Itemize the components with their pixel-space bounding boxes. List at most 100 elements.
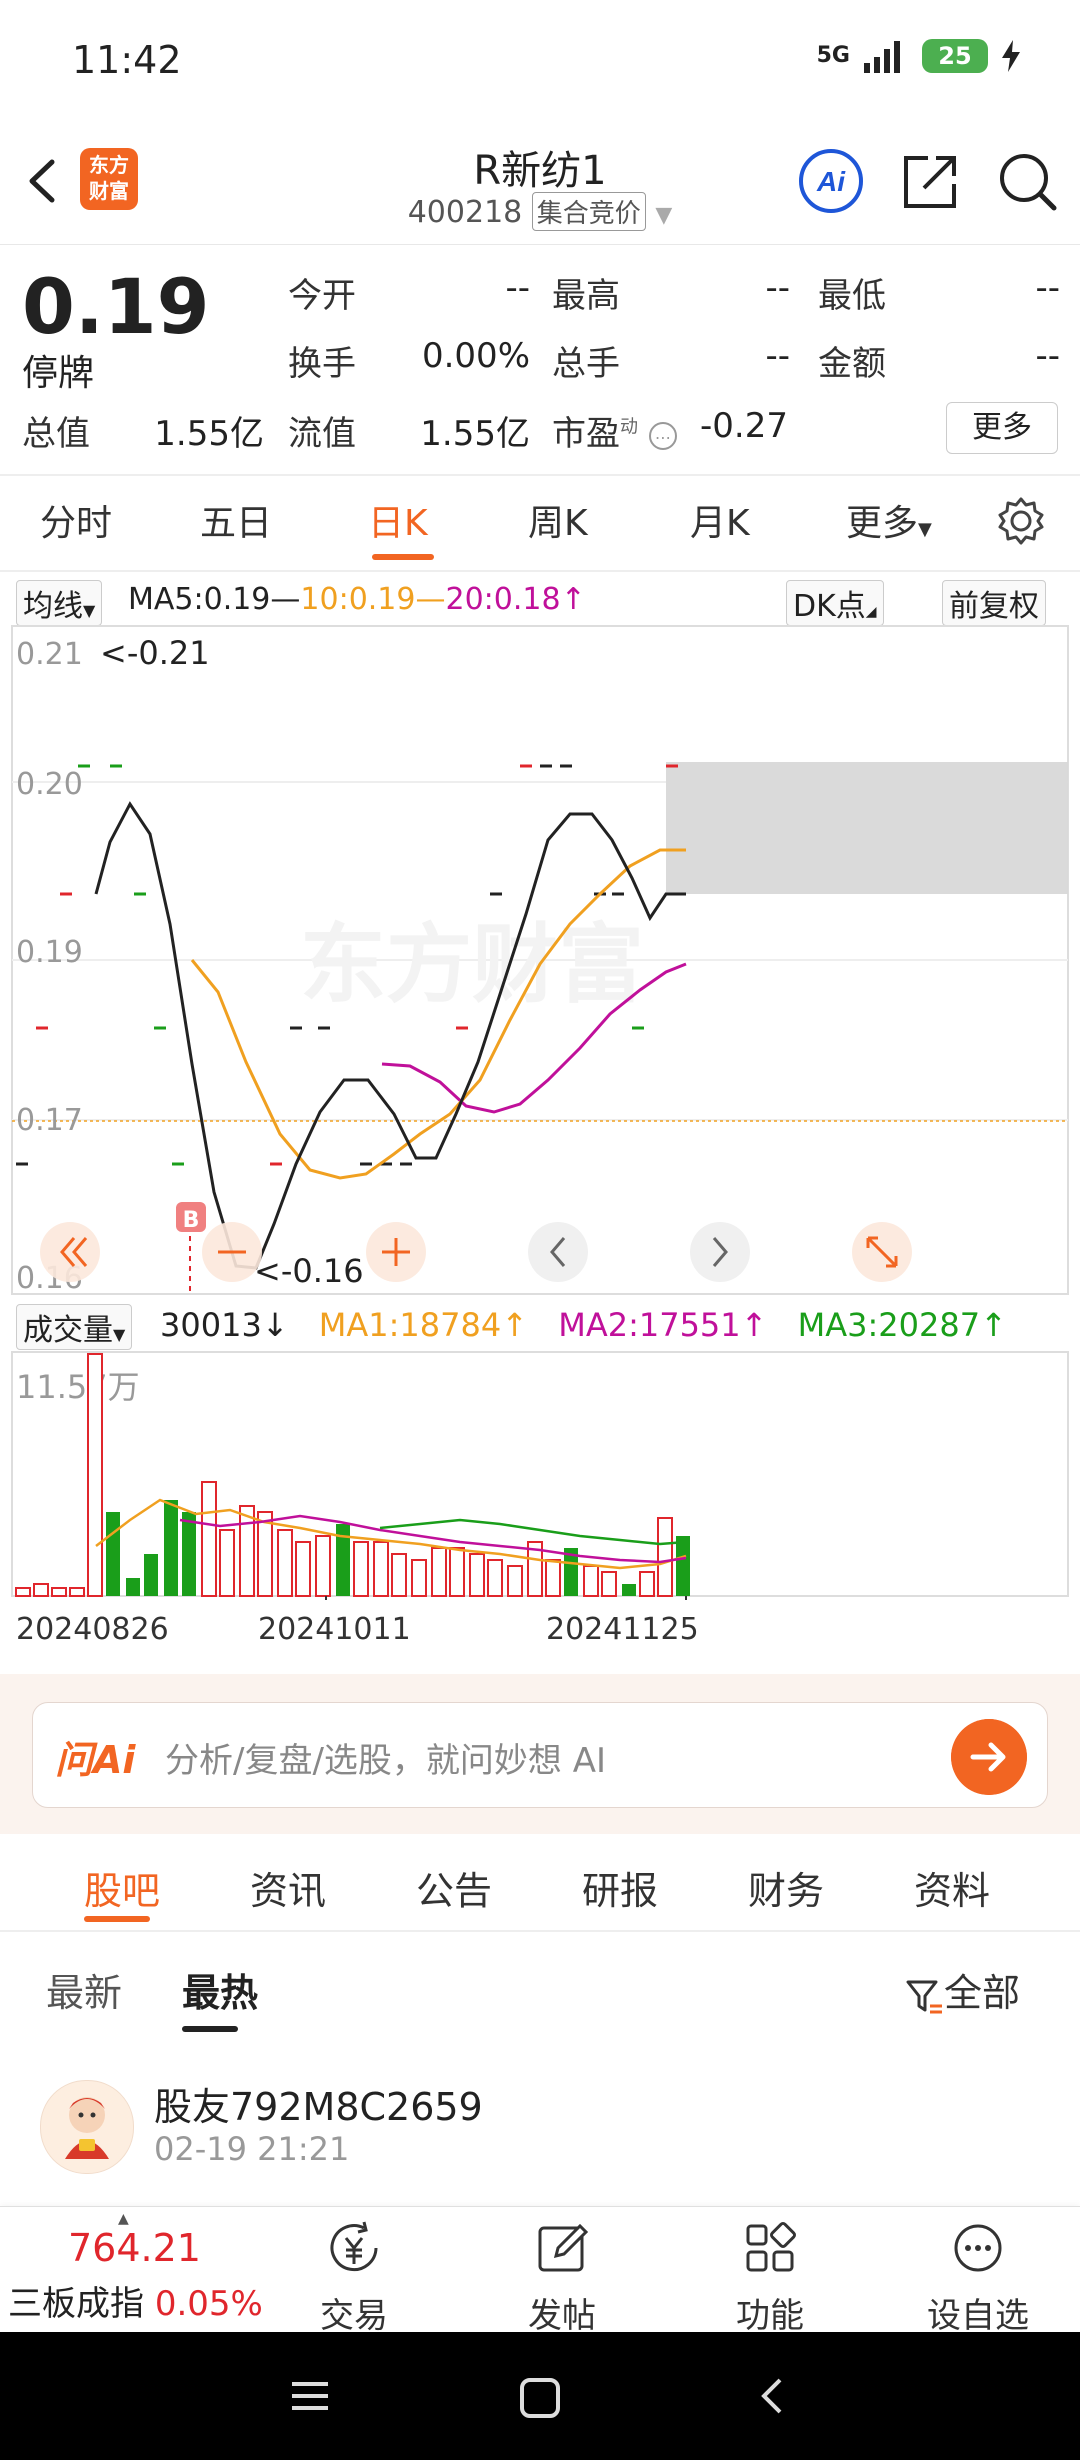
tab-daily-k[interactable]: 日K <box>368 494 428 546</box>
status-bar: 11:42 5G 25 <box>0 0 1080 120</box>
trade-label: 交易 <box>320 2296 388 2336</box>
tab-finance[interactable]: 财务 <box>748 1860 824 1915</box>
filter-all-button[interactable]: 全部 <box>904 1962 1020 2017</box>
mascot-avatar-icon <box>65 2097 109 2159</box>
scroll-right-icon[interactable] <box>690 1222 750 1282</box>
volume-chart[interactable]: 11.57万 <box>0 1350 1080 1600</box>
tab-news[interactable]: 资讯 <box>250 1860 326 1915</box>
tab-guba[interactable]: 股吧 <box>84 1860 160 1915</box>
arrow-up-icon: ↑ <box>501 1306 529 1344</box>
quote-label: 换手 <box>288 344 356 384</box>
dk-point-toggle[interactable]: DK点◢ <box>786 580 884 626</box>
functions-button[interactable]: 功能 <box>710 2218 830 2337</box>
add-watchlist-label: 设自选 <box>927 2296 1029 2336</box>
volume-legend-row: 成交量▼ 30013↓ MA1:18784↑ MA2:17551↑ MA3:20… <box>0 1300 1080 1350</box>
arrow-right-icon[interactable] <box>951 1719 1027 1795</box>
index-change: 0.05% <box>154 2284 263 2324</box>
fast-back-icon[interactable] <box>40 1222 100 1282</box>
more-quote-button[interactable]: 更多 <box>946 402 1058 454</box>
index-name: 三板成指 <box>8 2284 144 2324</box>
signal-icon <box>864 41 900 73</box>
status-icons: 5G 25 <box>817 36 1020 76</box>
info-icon[interactable]: … <box>648 421 677 450</box>
quote-label: 市盈动 … <box>552 406 677 455</box>
fullscreen-icon[interactable] <box>852 1222 912 1282</box>
trading-status: 停牌 <box>22 353 95 394</box>
post-button[interactable]: 发帖 <box>502 2218 622 2337</box>
sort-hottest[interactable]: 最热 <box>182 1962 258 2017</box>
volume-bar <box>295 1541 311 1597</box>
app-logo[interactable]: 东方 财富 <box>80 148 138 210</box>
kline-chart[interactable]: 东方财富 0.21 0.20 0.19 0.17 0.16 <-0.21 <-0… <box>0 624 1080 1296</box>
quote-value: 0.00% <box>421 336 530 376</box>
volume-bar <box>657 1517 673 1597</box>
volume-indicator-select[interactable]: 成交量▼ <box>16 1304 133 1350</box>
volume-bar <box>545 1559 561 1597</box>
tab-more-periods[interactable]: 更多▼ <box>846 494 932 546</box>
quote-label: 总手 <box>552 344 620 384</box>
index-ticker[interactable]: 三板成指 0.05% <box>8 2276 263 2325</box>
volume-bar <box>676 1536 690 1596</box>
search-icon[interactable] <box>994 148 1060 214</box>
volume-bar <box>469 1553 485 1597</box>
quote-label: 流值 <box>288 414 356 454</box>
tab-five-day[interactable]: 五日 <box>200 494 272 546</box>
avatar[interactable] <box>40 2080 134 2174</box>
indicator-select[interactable]: 均线▼ <box>16 580 103 626</box>
back-icon[interactable] <box>18 156 68 206</box>
date-label: 20240826 <box>16 1612 169 1647</box>
active-sort-indicator <box>182 2026 238 2032</box>
sort-latest[interactable]: 最新 <box>46 1962 122 2017</box>
ask-ai-input[interactable]: 问Ai 分析/复盘/选股，就问妙想 AI <box>32 1702 1048 1808</box>
scroll-left-icon[interactable] <box>528 1222 588 1282</box>
quote-label: 金额 <box>818 344 886 384</box>
volume-max-label: 11.57万 <box>16 1368 140 1406</box>
volume-bar <box>315 1535 331 1597</box>
volume-bar <box>277 1529 293 1597</box>
add-watchlist-button[interactable]: 设自选 <box>918 2218 1038 2337</box>
price-adjust-button[interactable]: 前复权 <box>942 580 1046 626</box>
stock-code: 400218 <box>407 195 523 230</box>
date-label: 20241011 <box>258 1612 411 1647</box>
chart-settings-gear-icon[interactable] <box>996 496 1046 546</box>
volume-bar <box>87 1353 103 1597</box>
menu-icon[interactable] <box>290 2376 330 2416</box>
ask-ai-logo: 问Ai <box>55 1738 136 1782</box>
volume-bar <box>106 1512 120 1596</box>
filter-label: 全部 <box>944 1971 1021 2015</box>
stock-code-row[interactable]: 400218 集合竞价 ▼ <box>340 192 740 231</box>
network-label: 5G <box>816 43 850 68</box>
vol-ma2: MA2:17551 <box>558 1306 741 1344</box>
tab-profile[interactable]: 资料 <box>914 1860 990 1915</box>
post-author[interactable]: 股友792M8C2659 <box>154 2076 483 2131</box>
watermark-text: 东方财富 <box>300 915 644 1015</box>
chevron-down-icon: ▼ <box>655 203 673 228</box>
divider <box>0 474 1080 476</box>
quote-value: -- <box>505 268 530 308</box>
tab-monthly-k[interactable]: 月K <box>690 494 750 546</box>
index-value[interactable]: 764.21 <box>68 2226 201 2270</box>
home-icon[interactable] <box>518 2376 562 2420</box>
battery-icon: 25 <box>922 39 988 73</box>
quote-value: -0.27 <box>700 406 788 446</box>
tab-research[interactable]: 研报 <box>582 1860 658 1915</box>
svg-text:Ai: Ai <box>816 166 846 197</box>
tab-announcements[interactable]: 公告 <box>416 1860 492 1915</box>
zoom-in-icon[interactable] <box>366 1222 426 1282</box>
quote-label: 总值 <box>22 414 90 454</box>
ai-assistant-icon[interactable]: Ai <box>798 148 864 214</box>
indicator-select-label: 均线 <box>23 589 83 624</box>
vol-ma1: MA1:18784 <box>318 1306 502 1344</box>
trade-button[interactable]: 交易 <box>294 2218 414 2337</box>
arrow-up-icon: ↑ <box>560 582 586 617</box>
volume-bar <box>373 1541 389 1597</box>
tab-intraday[interactable]: 分时 <box>40 494 112 546</box>
volume-bar <box>257 1511 273 1597</box>
quote-label: 今开 <box>288 276 356 316</box>
tab-weekly-k[interactable]: 周K <box>528 494 588 546</box>
stock-header: 东方 财富 R新纺1 400218 集合竞价 ▼ Ai <box>0 120 1080 245</box>
forecast-zone <box>666 762 1068 894</box>
back-nav-icon[interactable] <box>752 2376 792 2416</box>
share-icon[interactable] <box>898 148 964 214</box>
zoom-out-icon[interactable] <box>202 1222 262 1282</box>
